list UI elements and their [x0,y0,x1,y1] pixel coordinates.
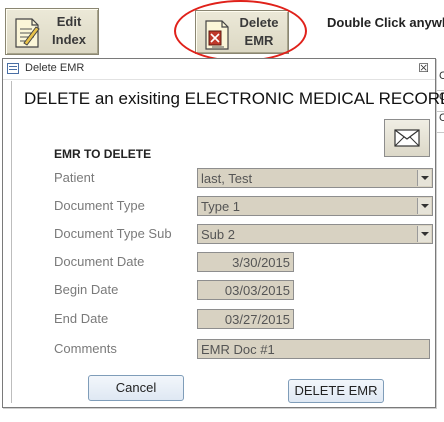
edit-document-icon [15,18,40,48]
delete-emr-dialog: Delete EMR ☒ DELETE an exisiting ELECTRO… [2,58,444,408]
end-date-value: 03/27/2015 [224,312,290,327]
chevron-down-icon[interactable] [417,170,431,186]
begin-date-field[interactable]: 03/03/2015 [197,280,294,300]
comments-label: Comments [54,341,117,356]
edit-index-label: Edit Index [52,14,86,47]
document-type-sub-value: Sub 2 [201,227,235,242]
document-type-sub-label: Document Type Sub [54,226,172,241]
sheet-cell: C [437,70,444,91]
highlight-circle [174,0,307,62]
dialog-title: Delete EMR [25,62,85,74]
sheet-cell: C [437,112,444,133]
cancel-button[interactable]: Cancel [88,375,184,401]
end-date-label: End Date [54,311,109,326]
end-date-field[interactable]: 03/27/2015 [197,309,294,329]
delete-emr-button[interactable]: DELETE EMR [288,379,384,403]
document-date-field[interactable]: 3/30/2015 [197,252,294,272]
dialog-titlebar[interactable]: Delete EMR ☒ [3,59,435,80]
instruction-hint: Double Click anywl [327,15,444,30]
email-button[interactable] [384,119,430,157]
edit-index-button[interactable]: Edit Index [5,8,99,55]
begin-date-value: 03/03/2015 [224,283,290,298]
comments-value: EMR Doc #1 [201,342,275,357]
chevron-down-icon[interactable] [417,198,431,214]
chevron-down-icon[interactable] [417,226,431,242]
toolbar: Edit Index Delete EMR Double Click anywl [0,0,444,62]
page-title: DELETE an exisiting ELECTRONIC MEDICAL R… [24,89,444,108]
form-icon [7,63,19,74]
document-date-value: 3/30/2015 [232,255,290,270]
patient-label: Patient [54,170,95,185]
close-icon[interactable]: ☒ [418,61,429,75]
document-type-value: Type 1 [201,199,241,214]
section-label: EMR TO DELETE [54,147,152,161]
begin-date-label: Begin Date [54,282,119,297]
document-date-label: Document Date [54,254,145,269]
patient-value: last, Test [201,171,253,186]
dialog-body: DELETE an exisiting ELECTRONIC MEDICAL R… [11,81,444,403]
document-type-sub-combo[interactable]: Sub 2 [197,224,433,244]
patient-combo[interactable]: last, Test [197,168,433,188]
document-type-label: Document Type [54,198,145,213]
document-type-combo[interactable]: Type 1 [197,196,433,216]
envelope-icon [394,129,420,147]
background-sheet-edge: C C C [436,70,444,160]
comments-field[interactable]: EMR Doc #1 [197,339,430,359]
